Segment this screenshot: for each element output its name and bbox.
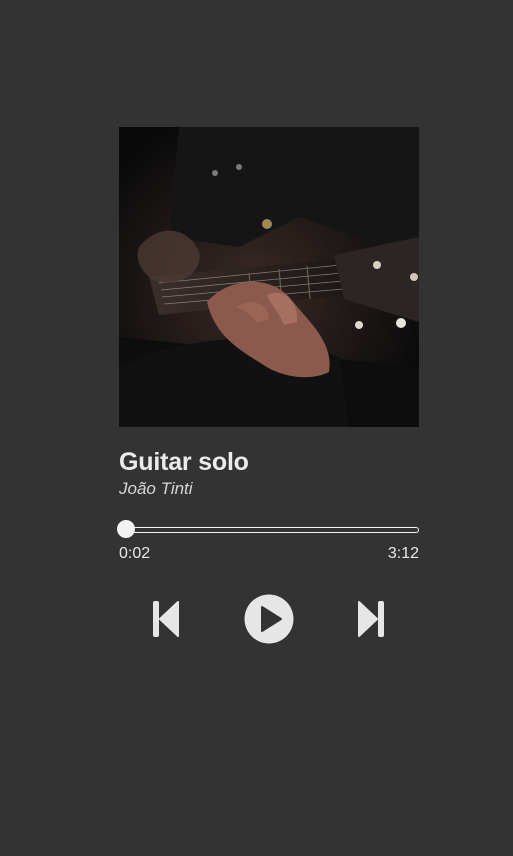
seek-thumb[interactable] (117, 520, 136, 538)
track-title: Guitar solo (119, 448, 249, 476)
seek-track[interactable] (119, 527, 419, 533)
playback-controls (119, 594, 419, 644)
music-player: Guitar solo João Tinti 0:02 3:12 (117, 127, 419, 644)
total-time: 3:12 (387, 545, 419, 562)
seek-bar[interactable] (117, 520, 419, 541)
skip-next-icon (358, 601, 384, 637)
album-cover (119, 127, 419, 427)
track-artist: João Tinti (119, 479, 193, 498)
play-button[interactable] (244, 594, 294, 644)
time-row: 0:02 3:12 (119, 544, 419, 564)
album-art-image (119, 127, 419, 427)
skip-previous-icon (153, 601, 179, 637)
current-time: 0:02 (119, 545, 151, 562)
next-button[interactable] (357, 600, 385, 638)
previous-button[interactable] (152, 600, 180, 638)
play-icon (244, 594, 294, 644)
